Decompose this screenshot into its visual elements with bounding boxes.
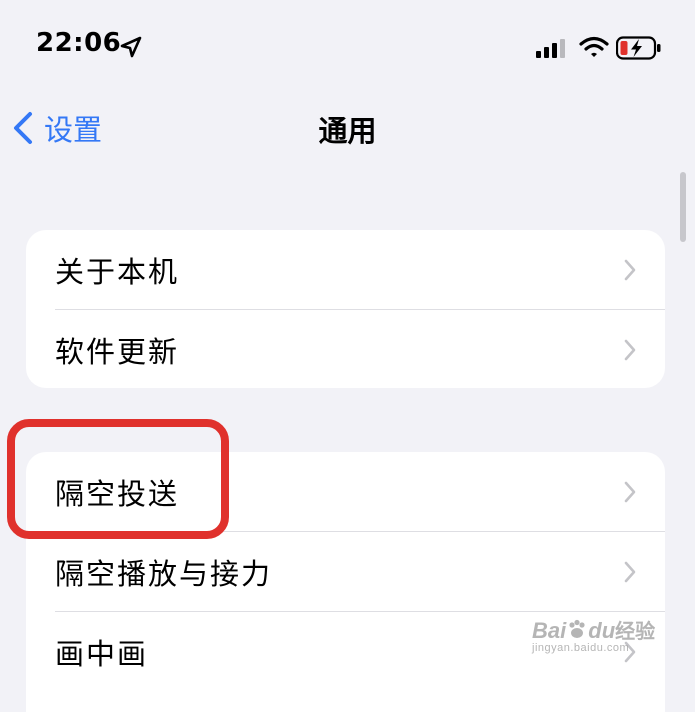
settings-row-software-update[interactable]: 软件更新 (26, 310, 665, 388)
back-button-label: 设置 (44, 113, 103, 147)
settings-row-airdrop[interactable]: 隔空投送 (26, 452, 665, 532)
settings-row-about[interactable]: 关于本机 (26, 230, 665, 310)
location-arrow-icon (120, 36, 142, 58)
navigation-bar: 通用 设置 (0, 96, 695, 160)
settings-row-label: 软件更新 (55, 335, 180, 369)
battery-charging-icon (616, 36, 661, 60)
chevron-right-icon (624, 561, 636, 583)
settings-group-2: 隔空投送 隔空播放与接力 画中画 (26, 452, 665, 712)
page-title: 通用 (318, 114, 377, 148)
back-button[interactable]: 设置 (12, 106, 102, 150)
chevron-right-icon (624, 259, 636, 281)
paw-icon (569, 619, 585, 638)
scroll-indicator[interactable] (680, 172, 686, 242)
settings-row-airplay-handoff[interactable]: 隔空播放与接力 (26, 532, 665, 612)
chevron-right-icon (624, 339, 636, 361)
watermark-brand: Bai (532, 618, 567, 643)
settings-row-label: 关于本机 (55, 255, 180, 289)
status-time: 22:06 (36, 28, 122, 58)
settings-row-label: 画中画 (55, 637, 149, 671)
settings-row-label: 隔空播放与接力 (55, 557, 273, 591)
watermark-url: jingyan.baidu.com (532, 642, 630, 654)
chevron-left-icon (14, 112, 32, 144)
settings-group-1: 关于本机 软件更新 (26, 230, 665, 388)
wifi-icon (579, 36, 609, 57)
chevron-right-icon (624, 481, 636, 503)
watermark-paw: du (588, 618, 616, 643)
baidu-jingyan-watermark: Bai du经验 jingyan.baidu.com (532, 615, 655, 654)
cellular-signal-icon (536, 39, 565, 58)
status-bar: 22:06 (0, 0, 695, 96)
settings-row-label: 隔空投送 (55, 477, 180, 511)
watermark-suffix: 经验 (615, 621, 656, 643)
